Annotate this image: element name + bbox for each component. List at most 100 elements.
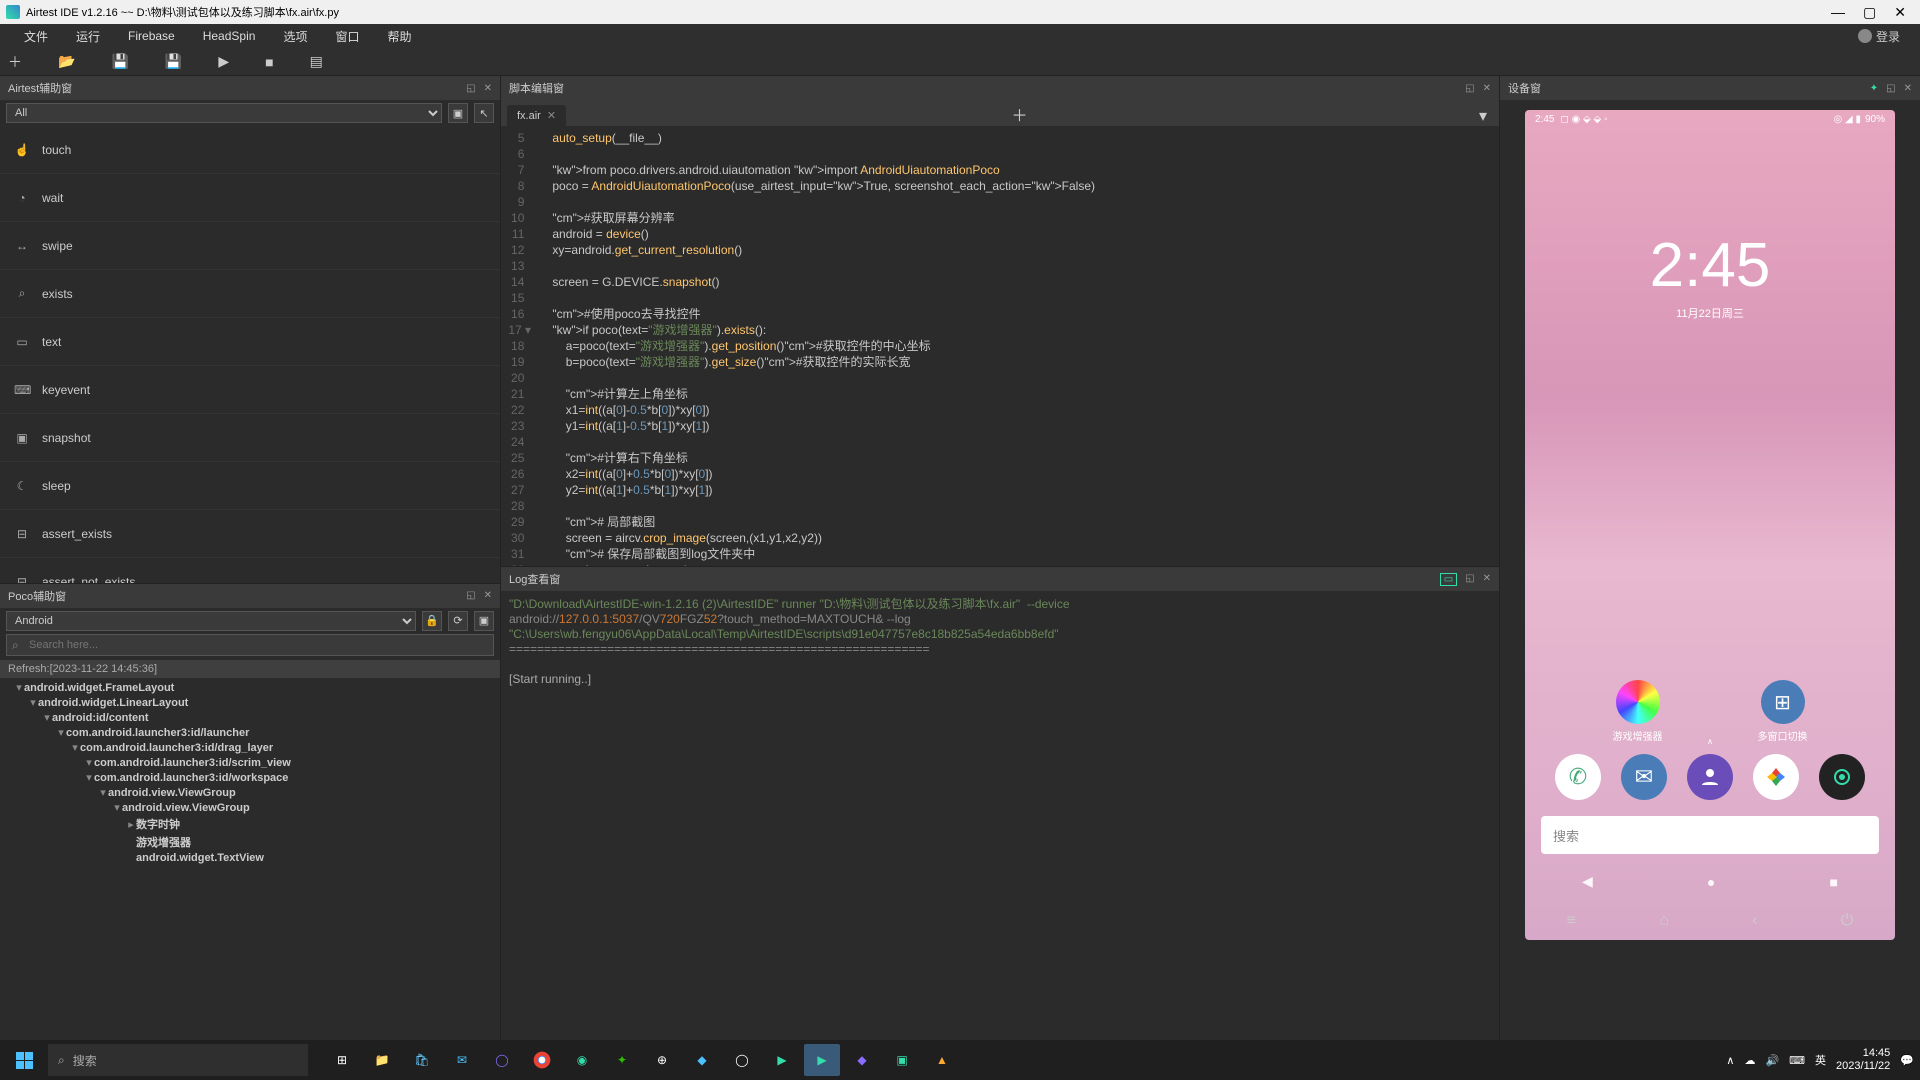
mail-icon[interactable]: ✉ [444, 1044, 480, 1076]
edge-icon[interactable]: ◉ [564, 1044, 600, 1076]
app-icon-1[interactable]: ◯ [484, 1044, 520, 1076]
taskview-icon[interactable]: ⊞ [324, 1044, 360, 1076]
dock-messages-icon[interactable]: ✉ [1621, 754, 1667, 800]
wechat-icon[interactable]: ✦ [604, 1044, 640, 1076]
cmd-assert_exists[interactable]: ⊟assert_exists [0, 510, 500, 558]
panel-undock-icon[interactable]: ◱ [1465, 573, 1474, 586]
tree-node[interactable]: android.widget.TextView [0, 851, 500, 865]
taskbar-clock[interactable]: 14:45 2023/11/22 [1836, 1047, 1890, 1073]
minimize-button[interactable]: — [1831, 4, 1845, 21]
panel-undock-icon[interactable]: ◱ [1465, 83, 1474, 94]
panel-close-icon[interactable]: ✕ [484, 590, 492, 601]
command-filter-select[interactable]: All [6, 103, 442, 123]
menu-window[interactable]: 窗口 [321, 28, 373, 45]
tab-fx-air[interactable]: fx.air ✕ [507, 105, 566, 126]
tray-volume-icon[interactable]: 🔊 [1765, 1054, 1779, 1067]
tab-close-icon[interactable]: ✕ [547, 109, 556, 122]
app-game-enhancer[interactable]: 游戏增强器 [1613, 680, 1663, 743]
dock-camera-icon[interactable] [1819, 754, 1865, 800]
cmd-exists[interactable]: ⌕exists [0, 270, 500, 318]
app-icon-2[interactable]: ⊕ [644, 1044, 680, 1076]
tree-node[interactable]: ▾android.view.ViewGroup [0, 800, 500, 815]
cmd-keyevent[interactable]: ⌨keyevent [0, 366, 500, 414]
dock-photos-icon[interactable] [1753, 754, 1799, 800]
tree-node[interactable]: ▾android.widget.FrameLayout [0, 680, 500, 695]
poco-search-input[interactable] [6, 634, 494, 656]
app-icon-6[interactable]: ◆ [844, 1044, 880, 1076]
dev-back-icon[interactable]: ‹ [1752, 912, 1757, 930]
close-button[interactable]: ✕ [1894, 4, 1906, 21]
tree-node[interactable]: ▾com.android.launcher3:id/launcher [0, 725, 500, 740]
nav-back-icon[interactable]: ◀ [1582, 873, 1593, 890]
tree-node[interactable]: 游戏增强器 [0, 833, 500, 851]
app-icon-8[interactable]: ▲ [924, 1044, 960, 1076]
menu-run[interactable]: 运行 [62, 28, 114, 45]
tray-cloud-icon[interactable]: ☁ [1744, 1054, 1755, 1067]
tree-node[interactable]: ▾com.android.launcher3:id/workspace [0, 770, 500, 785]
dock-phone-icon[interactable]: ✆ [1555, 754, 1601, 800]
tree-node[interactable]: ▾android.widget.LinearLayout [0, 695, 500, 710]
cmd-wait[interactable]: ◔wait [0, 174, 500, 222]
panel-undock-icon[interactable]: ◱ [466, 83, 475, 94]
airtest-taskbar-icon[interactable]: ▶ [804, 1044, 840, 1076]
saveall-icon[interactable]: 💾 [165, 53, 182, 70]
poco-mode-select[interactable]: Android [6, 611, 416, 631]
panel-undock-icon[interactable]: ◱ [1886, 83, 1895, 94]
panel-close-icon[interactable]: ✕ [1483, 83, 1491, 94]
poco-record-icon[interactable]: ▣ [474, 611, 494, 631]
code-area[interactable]: auto_setup(__file__) "kw">from poco.driv… [539, 126, 1499, 566]
menu-headspin[interactable]: HeadSpin [189, 29, 270, 43]
menu-firebase[interactable]: Firebase [114, 29, 189, 43]
dev-home-icon[interactable]: ⌂ [1659, 912, 1669, 930]
cmd-assert_not_exists[interactable]: ⊟assert_not_exists [0, 558, 500, 583]
tray-lang[interactable]: 英 [1815, 1052, 1826, 1068]
panel-close-icon[interactable]: ✕ [1904, 83, 1912, 94]
dev-menu-icon[interactable]: ≡ [1567, 912, 1576, 930]
tree-node[interactable]: ▸数字时钟 [0, 815, 500, 833]
login-button[interactable]: 登录 [1848, 28, 1910, 45]
save-icon[interactable]: 💾 [111, 53, 128, 70]
panel-close-icon[interactable]: ✕ [484, 83, 492, 94]
panel-undock-icon[interactable]: ◱ [466, 590, 475, 601]
menu-options[interactable]: 选项 [269, 28, 321, 45]
maximize-button[interactable]: ▢ [1863, 4, 1876, 21]
tray-ime-icon[interactable]: ⌨ [1789, 1054, 1805, 1067]
chrome-icon[interactable] [524, 1044, 560, 1076]
device-mirror[interactable]: 2:45 ◻ ◉ ⬙ ⬙ ◦ ◎ ◢ ▮ 90% 2:45 11月22日周三 游… [1525, 110, 1895, 940]
code-editor[interactable]: 5 6 7 8 9 10 11 12 13 14 15 16 17 ▾ 18 1… [501, 126, 1499, 566]
start-button[interactable] [6, 1044, 42, 1076]
tray-chevron-icon[interactable]: ∧ [1726, 1054, 1734, 1067]
poco-refresh-icon[interactable]: ⟳ [448, 611, 468, 631]
stop-icon[interactable]: ■ [265, 54, 273, 70]
new-icon[interactable]: ＋ [8, 52, 22, 72]
app-icon-3[interactable]: ◆ [684, 1044, 720, 1076]
report-icon[interactable]: ▤ [310, 53, 323, 70]
tree-node[interactable]: ▾com.android.launcher3:id/scrim_view [0, 755, 500, 770]
app-icon-7[interactable]: ▣ [884, 1044, 920, 1076]
tree-node[interactable]: ▾android.view.ViewGroup [0, 785, 500, 800]
tab-menu-button[interactable]: ▾ [1473, 106, 1493, 126]
cmd-snapshot[interactable]: ▣snapshot [0, 414, 500, 462]
cursor-icon[interactable]: ↖ [474, 103, 494, 123]
store-icon[interactable]: 🛍 [404, 1044, 440, 1076]
cmd-touch[interactable]: ☝touch [0, 126, 500, 174]
menu-help[interactable]: 帮助 [373, 28, 425, 45]
dev-power-icon[interactable]: ⏻ [1841, 912, 1854, 930]
log-output[interactable]: "D:\Download\AirtestIDE-win-1.2.16 (2)\A… [501, 591, 1499, 1040]
add-tab-button[interactable]: ＋ [1006, 102, 1034, 126]
open-icon[interactable]: 📂 [58, 53, 75, 70]
log-filter-icon[interactable]: ▭ [1440, 573, 1457, 586]
explorer-icon[interactable]: 📁 [364, 1044, 400, 1076]
nav-recents-icon[interactable]: ■ [1829, 874, 1837, 890]
panel-close-icon[interactable]: ✕ [1483, 573, 1491, 586]
taskbar-search[interactable]: ⌕ 搜索 [48, 1044, 308, 1076]
poco-lock-icon[interactable]: 🔒 [422, 611, 442, 631]
app-icon-5[interactable]: ▶ [764, 1044, 800, 1076]
phone-search-bar[interactable]: 搜索 [1541, 816, 1879, 854]
record-icon[interactable]: ▣ [448, 103, 468, 123]
poco-tree[interactable]: ▾android.widget.FrameLayout▾android.widg… [0, 678, 500, 1041]
cmd-sleep[interactable]: ☾sleep [0, 462, 500, 510]
dock-contacts-icon[interactable] [1687, 754, 1733, 800]
tree-node[interactable]: ▾android:id/content [0, 710, 500, 725]
app-icon-4[interactable]: ◯ [724, 1044, 760, 1076]
